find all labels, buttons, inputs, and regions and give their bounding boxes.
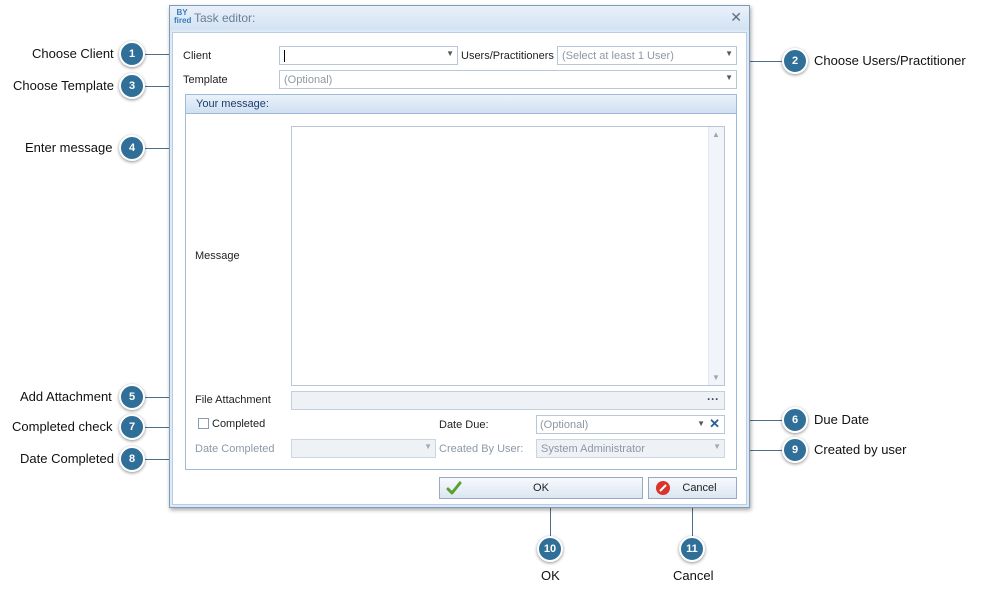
ok-button[interactable]: OK bbox=[439, 477, 643, 499]
check-icon bbox=[446, 481, 462, 495]
callout-line bbox=[692, 508, 693, 536]
users-placeholder: (Select at least 1 User) bbox=[562, 50, 674, 62]
message-textarea[interactable]: ▲ ▼ bbox=[291, 126, 725, 386]
chevron-down-icon[interactable]: ▼ bbox=[725, 73, 733, 82]
callout-badge-4: 4 bbox=[119, 135, 145, 161]
dialog-title: Task editor: bbox=[194, 11, 256, 25]
callout-label-due-date: Due Date bbox=[814, 412, 869, 427]
callout-badge-5: 5 bbox=[119, 384, 145, 410]
date-due-field[interactable]: (Optional) ▼ ✕ bbox=[536, 415, 725, 434]
date-completed-label: Date Completed bbox=[195, 443, 275, 455]
cancel-icon bbox=[656, 481, 670, 495]
callout-badge-3: 3 bbox=[119, 73, 145, 99]
callout-line bbox=[145, 459, 169, 460]
file-attachment-label: File Attachment bbox=[195, 394, 271, 406]
users-combo[interactable]: (Select at least 1 User) ▼ bbox=[557, 46, 737, 65]
callout-label-created-by-user: Created by user bbox=[814, 442, 907, 457]
callout-line bbox=[750, 420, 782, 421]
callout-line bbox=[750, 61, 782, 62]
callout-label-choose-users: Choose Users/Practitioner bbox=[814, 53, 966, 68]
date-due-label: Date Due: bbox=[439, 419, 489, 431]
callout-label-choose-client: Choose Client bbox=[32, 46, 114, 61]
callout-badge-10: 10 bbox=[537, 536, 563, 562]
callout-label-enter-message: Enter message bbox=[25, 140, 113, 155]
callout-line bbox=[145, 397, 169, 398]
callout-line bbox=[145, 148, 169, 149]
created-by-combo[interactable]: System Administrator ▼ bbox=[536, 439, 725, 458]
callout-badge-2: 2 bbox=[782, 48, 808, 74]
callout-badge-11: 11 bbox=[679, 536, 705, 562]
file-attachment-field[interactable]: ··· bbox=[291, 391, 725, 410]
callout-label-choose-template: Choose Template bbox=[13, 78, 114, 93]
callout-line bbox=[145, 86, 169, 87]
text-caret bbox=[284, 50, 285, 62]
template-label: Template bbox=[183, 74, 228, 86]
date-completed-combo[interactable]: ▼ bbox=[291, 439, 436, 458]
cancel-button-label: Cancel bbox=[682, 482, 717, 494]
callout-label-completed-check: Completed check bbox=[12, 419, 113, 434]
callout-badge-6: 6 bbox=[782, 407, 808, 433]
completed-label[interactable]: Completed bbox=[212, 418, 265, 430]
dialog-body: Client ▼ Users/Practitioners (Select at … bbox=[172, 32, 747, 505]
created-by-value: System Administrator bbox=[541, 443, 645, 455]
ok-button-label: OK bbox=[533, 482, 549, 494]
completed-checkbox[interactable] bbox=[198, 418, 209, 429]
callout-label-cancel: Cancel bbox=[673, 568, 714, 583]
message-group-header: Your message: bbox=[186, 95, 736, 114]
date-due-placeholder: (Optional) bbox=[540, 419, 589, 431]
template-placeholder: (Optional) bbox=[284, 74, 333, 86]
callout-label-add-attachment: Add Attachment bbox=[20, 389, 112, 404]
message-group-title: Your message: bbox=[196, 98, 269, 110]
callout-label-ok: OK bbox=[541, 568, 560, 583]
callout-badge-7: 7 bbox=[119, 414, 145, 440]
callout-badge-8: 8 bbox=[119, 446, 145, 472]
task-editor-dialog: BY fired Task editor: ✕ Client ▼ Users/P… bbox=[169, 5, 750, 508]
callout-line bbox=[550, 508, 551, 536]
callout-line bbox=[750, 450, 782, 451]
chevron-down-icon: ▼ bbox=[713, 442, 721, 451]
created-by-label: Created By User: bbox=[439, 443, 524, 455]
callout-badge-1: 1 bbox=[119, 41, 145, 67]
client-label: Client bbox=[183, 50, 212, 62]
cancel-button[interactable]: Cancel bbox=[648, 477, 737, 499]
callout-line bbox=[145, 427, 169, 428]
scroll-down-arrow-icon[interactable]: ▼ bbox=[712, 373, 720, 382]
chevron-down-icon[interactable]: ▼ bbox=[446, 49, 454, 58]
callout-label-date-completed: Date Completed bbox=[20, 451, 114, 466]
scroll-up-arrow-icon[interactable]: ▲ bbox=[712, 130, 720, 139]
message-label: Message bbox=[195, 250, 240, 262]
users-label: Users/Practitioners bbox=[461, 50, 554, 62]
app-logo-icon: BY fired bbox=[174, 8, 192, 25]
chevron-down-icon[interactable]: ▼ bbox=[725, 49, 733, 58]
clear-icon[interactable]: ✕ bbox=[709, 416, 720, 432]
message-group: Your message: Message ▲ ▼ File Attachmen… bbox=[185, 94, 737, 470]
callout-line bbox=[145, 54, 169, 55]
chevron-down-icon: ▼ bbox=[424, 442, 432, 451]
browse-ellipsis-button[interactable]: ··· bbox=[707, 392, 719, 406]
client-combo[interactable]: ▼ bbox=[279, 46, 458, 65]
dialog-titlebar[interactable]: BY fired Task editor: ✕ bbox=[170, 6, 749, 30]
template-combo[interactable]: (Optional) ▼ bbox=[279, 70, 737, 89]
chevron-down-icon[interactable]: ▼ bbox=[697, 419, 705, 428]
close-icon[interactable]: ✕ bbox=[730, 9, 742, 26]
message-scrollbar[interactable]: ▲ ▼ bbox=[708, 127, 724, 385]
callout-badge-9: 9 bbox=[782, 437, 808, 463]
